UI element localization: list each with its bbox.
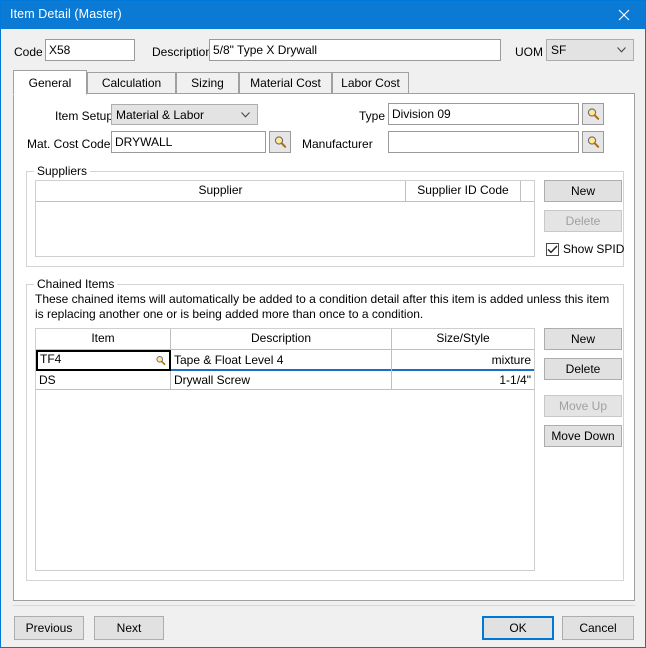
tab-labor-cost[interactable]: Labor Cost <box>332 72 409 94</box>
suppliers-col-spacer <box>521 181 534 201</box>
show-spid-checkbox[interactable]: Show SPID <box>546 242 624 256</box>
mat-cost-code-browse-button[interactable] <box>269 131 291 153</box>
checkbox-box <box>546 242 559 256</box>
chevron-down-icon <box>241 105 250 124</box>
chained-col-item: Item <box>36 329 171 349</box>
manufacturer-input[interactable] <box>388 131 579 153</box>
tab-general[interactable]: General <box>13 70 87 95</box>
window-title: Item Detail (Master) <box>10 7 122 21</box>
chained-items-grid-header: Item Description Size/Style <box>36 329 534 350</box>
search-icon <box>587 108 600 120</box>
uom-select[interactable]: SF <box>546 39 634 61</box>
next-button[interactable]: Next <box>94 616 164 640</box>
chained-items-grid[interactable]: Item Description Size/Style TF4 Tape & F… <box>35 328 535 571</box>
tab-material-cost[interactable]: Material Cost <box>239 72 332 94</box>
type-input[interactable] <box>388 103 579 125</box>
chained-items-new-button[interactable]: New <box>544 328 622 350</box>
close-glyph <box>618 9 630 21</box>
chained-col-description: Description <box>171 329 392 349</box>
tab-sizing[interactable]: Sizing <box>176 72 239 94</box>
chained-item-cell-description[interactable]: Drywall Screw <box>171 371 392 390</box>
chained-items-description: These chained items will automatically b… <box>35 292 610 321</box>
table-row[interactable]: DS Drywall Screw 1-1/4" <box>36 371 534 390</box>
search-icon <box>274 136 287 148</box>
chained-col-size-style: Size/Style <box>436 331 490 345</box>
show-spid-label: Show SPID <box>563 242 625 256</box>
suppliers-grid[interactable]: Supplier Supplier ID Code <box>35 180 535 257</box>
search-icon[interactable] <box>155 355 166 369</box>
code-input[interactable] <box>45 39 135 61</box>
item-setup-label: Item Setup <box>55 109 114 123</box>
table-row[interactable]: TF4 Tape & Float Level 4 mixture <box>36 350 534 371</box>
chained-item-value: TF4 <box>40 352 62 366</box>
type-label: Type <box>359 109 386 123</box>
chained-item-cell-item[interactable]: TF4 <box>36 350 171 371</box>
tab-panel-general: Item Setup Material & Labor Mat. Cost Co… <box>13 93 635 601</box>
chained-item-cell-item[interactable]: DS <box>36 371 171 390</box>
mat-cost-code-label: Mat. Cost Code <box>27 137 111 151</box>
footer-separator <box>13 605 635 606</box>
previous-button[interactable]: Previous <box>14 616 84 640</box>
item-setup-select[interactable]: Material & Labor <box>111 104 258 125</box>
search-glyph <box>156 356 166 366</box>
cancel-button[interactable]: Cancel <box>562 616 634 640</box>
chained-items-group-title: Chained Items <box>34 277 118 291</box>
title-bar: Item Detail (Master) <box>1 1 645 29</box>
check-icon <box>547 245 558 253</box>
mat-cost-code-input[interactable] <box>111 131 266 153</box>
description-label: Description <box>152 45 213 59</box>
suppliers-new-button[interactable]: New <box>544 180 622 202</box>
suppliers-delete-button: Delete <box>544 210 622 232</box>
tab-strip: General Calculation Sizing Material Cost… <box>13 70 635 95</box>
search-icon <box>587 136 600 148</box>
ok-button[interactable]: OK <box>482 616 554 640</box>
chained-items-move-down-button[interactable]: Move Down <box>544 425 622 447</box>
type-browse-button[interactable] <box>582 103 604 125</box>
item-setup-value: Material & Labor <box>116 108 205 122</box>
manufacturer-browse-button[interactable] <box>582 131 604 153</box>
suppliers-col-supplier-id: Supplier ID Code <box>406 181 521 201</box>
suppliers-group-title: Suppliers <box>34 164 91 178</box>
chained-items-delete-button[interactable]: Delete <box>544 358 622 380</box>
uom-value: SF <box>551 43 567 57</box>
description-input[interactable] <box>209 39 501 61</box>
chevron-down-icon <box>617 40 626 60</box>
manufacturer-label: Manufacturer <box>302 137 373 151</box>
suppliers-col-supplier: Supplier <box>36 181 406 201</box>
tab-calculation[interactable]: Calculation <box>87 72 176 94</box>
chained-items-move-up-button: Move Up <box>544 395 622 417</box>
chained-item-cell-size-style[interactable]: mixture <box>392 350 534 371</box>
suppliers-grid-header: Supplier Supplier ID Code <box>36 181 534 202</box>
item-detail-dialog: Item Detail (Master) Code Description UO… <box>0 0 646 648</box>
chained-item-cell-size-style[interactable]: 1-1/4" <box>392 371 534 390</box>
uom-label: UOM <box>515 45 543 59</box>
close-icon[interactable] <box>601 1 645 29</box>
code-label: Code <box>14 45 43 59</box>
chained-item-cell-description[interactable]: Tape & Float Level 4 <box>171 350 392 371</box>
